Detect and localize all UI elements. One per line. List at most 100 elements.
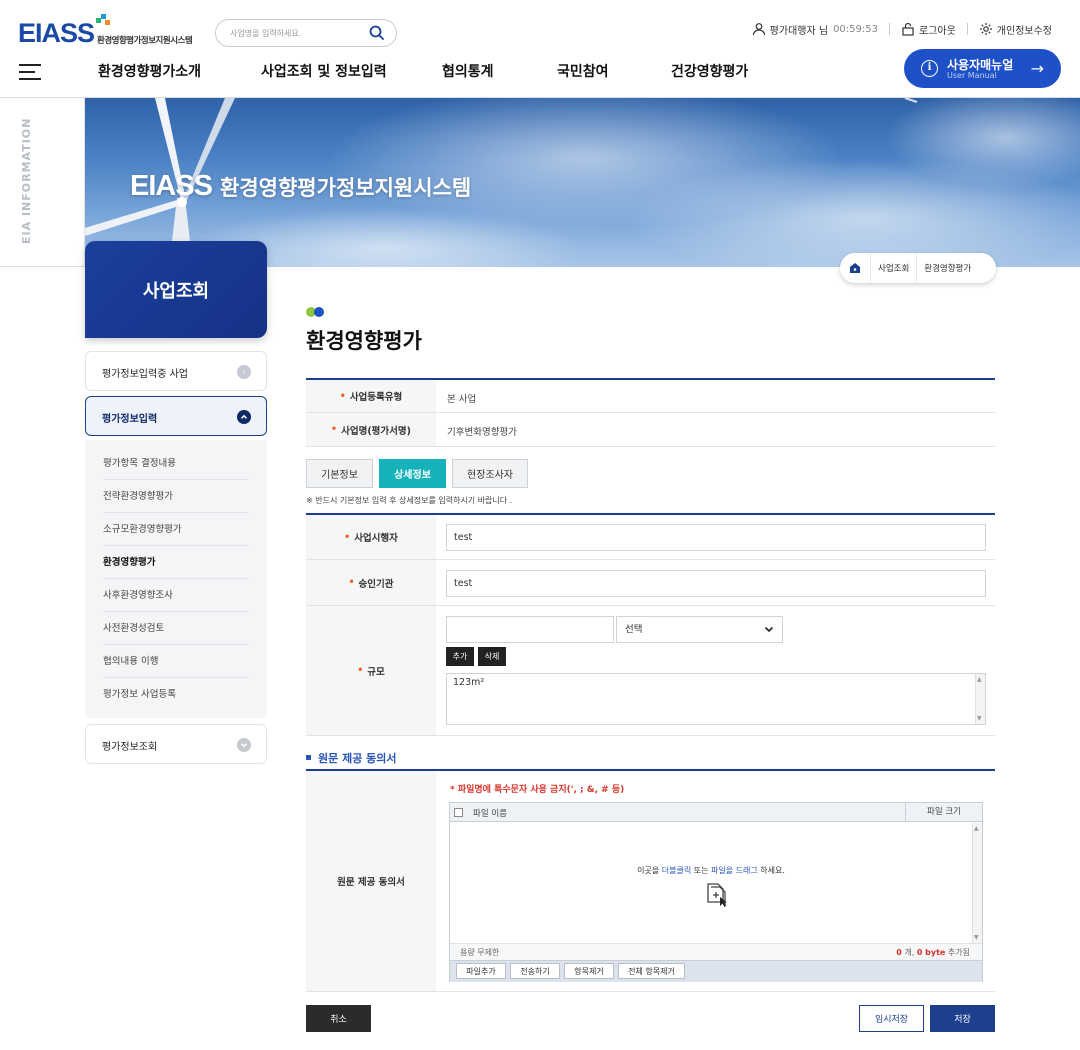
reg-type-value: 본 사업 [447,394,477,405]
hamburger-menu-icon[interactable] [19,64,41,80]
nav-item-health[interactable]: 건강영향평가 [671,61,748,81]
sidebar-group-in-progress[interactable]: 평가정보입력중 사업 › [85,351,267,391]
manual-subtitle: User Manual [947,71,997,80]
home-icon[interactable] [840,253,870,283]
send-file-button[interactable]: 전송하기 [510,963,560,979]
gear-icon [979,22,993,36]
project-name-value: 기후변화영향평가 [447,427,517,438]
divider [0,266,85,267]
breadcrumb-item[interactable]: 사업조회 [871,262,916,274]
sidebar-group-label: 평가정보조회 [102,742,158,753]
breadcrumb-item-current[interactable]: 환경영향평가 [917,262,978,274]
user-manual-button[interactable]: i 사용자매뉴얼 User Manual → [904,49,1061,88]
scale-list-item[interactable]: 123m² [453,677,484,688]
sidebar-submenu: 평가항목 결정내용 전략환경영향평가 소규모환경영향평가 환경영향평가 사후환경… [85,440,267,718]
tab-basic-info[interactable]: 기본정보 [306,459,373,488]
temp-save-button[interactable]: 임시저장 [859,1005,924,1032]
operator-input[interactable] [446,524,986,551]
banner-title: EIASS 환경영향평가정보지원시스템 [130,170,471,203]
scroll-up-icon: ▲ [977,676,982,683]
upload-warning: * 파일명에 특수문자 사용 금지(', ; &, # 등) [450,785,625,795]
chevron-right-icon: › [237,365,251,379]
field-label: • 규모 [306,606,436,735]
cancel-button[interactable]: 취소 [306,1005,371,1032]
scrollbar[interactable]: ▲ ▼ [975,674,985,724]
file-add-icon [704,881,730,907]
chevron-down-icon [237,738,251,752]
drop-zone[interactable]: 이곳을 더블클릭 또는 파일을 드래그 하세요. [450,823,972,943]
sidebar-group-label: 평가정보입력 [102,414,158,425]
uploader-status: 용량 무제한 0 개, 0 byte 추가됨 [450,943,982,960]
field-label: 원문 제공 동의서 [306,771,436,991]
delete-scale-button[interactable]: 삭제 [478,647,506,666]
remove-item-button[interactable]: 항목제거 [564,963,614,979]
uploader-header: 파일 이름 파일 크기 [450,803,982,822]
breadcrumb: 사업조회 환경영향평가 [840,253,996,283]
scrollbar[interactable]: ▲ ▼ [972,823,982,943]
col-file-size: 파일 크기 [905,803,982,821]
sidebar-item-register[interactable]: 평가정보 사업등록 [103,678,249,711]
row-operator: • 사업시행자 [306,515,995,560]
add-scale-button[interactable]: 추가 [446,647,474,666]
approval-input[interactable] [446,570,986,597]
chevron-up-icon [237,410,251,424]
logo-subtitle: 환경영향평가정보지원시스템 [97,36,193,46]
sidebar-item-eia[interactable]: 환경영향평가 [103,546,249,579]
utility-bar: 평가대행자 님 00:59:53 로그아웃 개인정보수정 [752,20,1052,38]
select-all-checkbox[interactable] [454,808,463,817]
sidebar-item-strategic[interactable]: 전략환경영향평가 [103,480,249,513]
nav-item-statistics[interactable]: 협의통계 [442,61,494,81]
info-icon: i [921,60,938,77]
lock-icon [901,22,915,36]
logo[interactable]: EIASS 환경영향평가정보지원시스템 [18,14,198,50]
arrow-right-icon: → [1030,59,1044,78]
search-box [215,19,397,47]
sidebar-item-pre-review[interactable]: 사전환경성검토 [103,612,249,645]
field-label: • 사업등록유형 [306,380,436,412]
uploader-toolbar: 파일추가 전송하기 항목제거 전체 항목제거 [450,960,982,982]
nav-item-search-input[interactable]: 사업조회 및 정보입력 [261,61,387,81]
sidebar-item-small-scale[interactable]: 소규모환경영향평가 [103,513,249,546]
tab-detail-info[interactable]: 상세정보 [379,459,446,488]
profile-label: 개인정보수정 [996,25,1052,37]
logout-link[interactable]: 로그아웃 [901,22,956,37]
page-title: 환경영향평가 [306,329,422,353]
header: EIASS 환경영향평가정보지원시스템 평가대행자 님 00:59:53 로그아… [0,0,1080,98]
search-input[interactable] [230,26,360,41]
user-icon [752,22,766,36]
logo-mark: EIASS [18,18,95,48]
scale-list[interactable]: 123m² [446,673,986,725]
add-file-button[interactable]: 파일추가 [456,963,506,979]
select-value: 선택 [625,624,643,635]
scroll-up-icon: ▲ [974,825,979,832]
row-reg-type: • 사업등록유형 본 사업 [306,380,995,413]
nav-item-intro[interactable]: 환경영향평가소개 [98,61,201,81]
scale-input[interactable] [446,616,614,643]
sidebar-group-label: 평가정보입력중 사업 [102,369,188,380]
sidebar-item-decision[interactable]: 평가항목 결정내용 [103,447,249,480]
banner-title-text: 환경영향평가정보지원시스템 [220,176,472,200]
upload-count: 0 개, 0 byte 추가됨 [896,948,970,957]
profile-link[interactable]: 개인정보수정 [979,22,1052,37]
sidebar-group-inquiry[interactable]: 평가정보조회 [85,724,267,764]
file-uploader: 파일 이름 파일 크기 이곳을 더블클릭 또는 파일을 드래그 하세요. ▲ ▼… [449,802,983,982]
tab-field-surveyor[interactable]: 현장조사자 [452,459,528,488]
scroll-down-icon: ▼ [974,934,979,941]
row-approval: • 승인기관 [306,560,995,606]
nav-item-participation[interactable]: 국민참여 [557,61,609,81]
divider [888,23,890,35]
sidebar-item-implementation[interactable]: 협의내용 이행 [103,645,249,678]
capacity-text: 용량 무제한 [460,948,500,957]
user-name: 평가대행자 님 [769,25,829,37]
save-button[interactable]: 저장 [930,1005,995,1032]
scale-unit-select[interactable]: 선택 [616,616,783,643]
sidebar-title: 사업조회 [142,281,210,302]
notice-text: ※ 반드시 기본정보 입력 후 상세정보를 입력하시기 바랍니다 . [306,496,513,505]
search-icon[interactable] [368,24,386,42]
section-heading: 원문 제공 동의서 [306,750,397,766]
field-label: • 승인기관 [306,560,436,605]
sidebar-group-input[interactable]: 평가정보입력 [85,396,267,436]
remove-all-button[interactable]: 전체 항목제거 [618,963,685,979]
field-label: • 사업시행자 [306,515,436,559]
sidebar-item-post-survey[interactable]: 사후환경영향조사 [103,579,249,612]
